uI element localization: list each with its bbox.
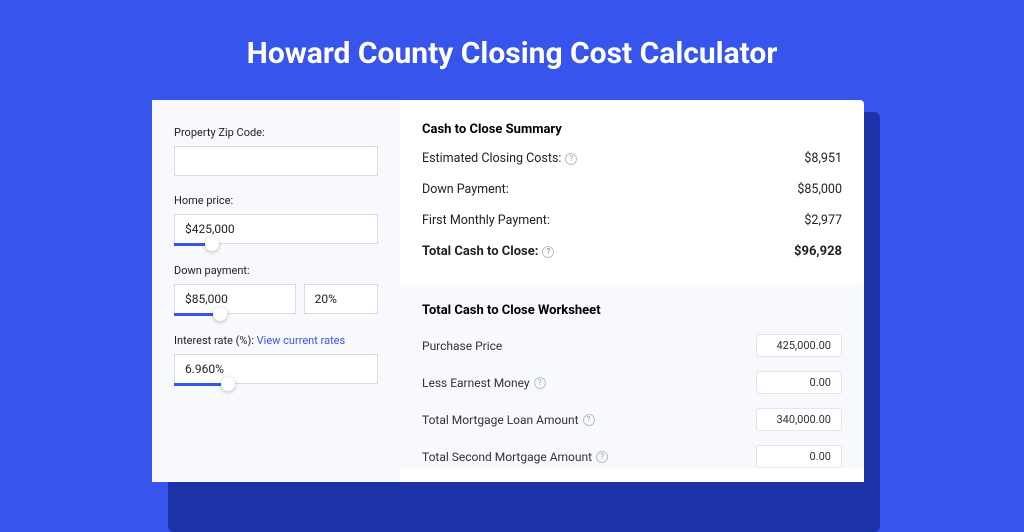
summary-total-value: $96,928 xyxy=(794,244,842,259)
view-rates-link[interactable]: View current rates xyxy=(257,334,346,347)
worksheet-value-input[interactable]: 0.00 xyxy=(756,445,842,468)
help-icon[interactable]: ? xyxy=(542,246,554,258)
interest-rate-slider[interactable] xyxy=(174,383,227,386)
down-payment-amount-input[interactable]: $85,000 xyxy=(174,284,296,314)
help-icon[interactable]: ? xyxy=(583,414,595,426)
worksheet-panel: Total Cash to Close Worksheet Purchase P… xyxy=(400,285,864,468)
summary-value: $8,951 xyxy=(804,151,842,166)
inputs-panel: Property Zip Code: Home price: $425,000 … xyxy=(152,100,400,482)
home-price-slider[interactable] xyxy=(174,243,211,246)
summary-row-closing-costs: Estimated Closing Costs: ? $8,951 xyxy=(422,151,842,166)
worksheet-row-second-mortgage: Total Second Mortgage Amount ? 0.00 xyxy=(422,445,842,468)
zip-label: Property Zip Code: xyxy=(174,126,378,139)
interest-rate-label: Interest rate (%): View current rates xyxy=(174,334,378,347)
down-payment-label: Down payment: xyxy=(174,264,378,277)
summary-total-label: Total Cash to Close: xyxy=(422,244,538,259)
worksheet-label: Total Second Mortgage Amount xyxy=(422,450,592,464)
summary-row-total: Total Cash to Close: ? $96,928 xyxy=(422,244,842,259)
summary-value: $2,977 xyxy=(804,213,842,228)
home-price-input[interactable]: $425,000 xyxy=(174,214,378,244)
page-title: Howard County Closing Cost Calculator xyxy=(0,0,1024,93)
worksheet-title: Total Cash to Close Worksheet xyxy=(422,303,842,318)
home-price-field: Home price: $425,000 xyxy=(174,194,378,246)
worksheet-value-input[interactable]: 340,000.00 xyxy=(756,408,842,431)
home-price-label: Home price: xyxy=(174,194,378,207)
summary-label: Down Payment: xyxy=(422,182,509,197)
zip-field: Property Zip Code: xyxy=(174,126,378,176)
zip-input[interactable] xyxy=(174,146,378,176)
summary-label: First Monthly Payment: xyxy=(422,213,550,228)
worksheet-label: Purchase Price xyxy=(422,339,502,353)
help-icon[interactable]: ? xyxy=(565,153,577,165)
worksheet-value-input[interactable]: 0.00 xyxy=(756,371,842,394)
down-payment-slider[interactable] xyxy=(174,313,219,316)
interest-rate-slider-knob[interactable] xyxy=(221,377,235,391)
summary-row-down-payment: Down Payment: $85,000 xyxy=(422,182,842,197)
help-icon[interactable]: ? xyxy=(534,377,546,389)
interest-rate-field: Interest rate (%): View current rates 6.… xyxy=(174,334,378,386)
worksheet-label: Less Earnest Money xyxy=(422,376,530,390)
interest-rate-label-text: Interest rate (%): xyxy=(174,334,257,347)
down-payment-slider-knob[interactable] xyxy=(213,307,227,321)
home-price-slider-knob[interactable] xyxy=(205,237,219,251)
worksheet-row-earnest-money: Less Earnest Money ? 0.00 xyxy=(422,371,842,394)
summary-value: $85,000 xyxy=(797,182,842,197)
summary-label: Estimated Closing Costs: xyxy=(422,151,561,166)
worksheet-label: Total Mortgage Loan Amount xyxy=(422,413,579,427)
summary-title: Cash to Close Summary xyxy=(422,122,842,137)
down-payment-field: Down payment: $85,000 20% xyxy=(174,264,378,316)
help-icon[interactable]: ? xyxy=(596,451,608,463)
summary-row-first-monthly: First Monthly Payment: $2,977 xyxy=(422,213,842,228)
calculator-card: Property Zip Code: Home price: $425,000 … xyxy=(152,100,864,482)
worksheet-row-purchase-price: Purchase Price 425,000.00 xyxy=(422,334,842,357)
worksheet-value-input[interactable]: 425,000.00 xyxy=(756,334,842,357)
results-panel: Cash to Close Summary Estimated Closing … xyxy=(400,100,864,482)
down-payment-pct-input[interactable]: 20% xyxy=(304,284,378,314)
interest-rate-input[interactable]: 6.960% xyxy=(174,354,378,384)
worksheet-row-mortgage-amount: Total Mortgage Loan Amount ? 340,000.00 xyxy=(422,408,842,431)
